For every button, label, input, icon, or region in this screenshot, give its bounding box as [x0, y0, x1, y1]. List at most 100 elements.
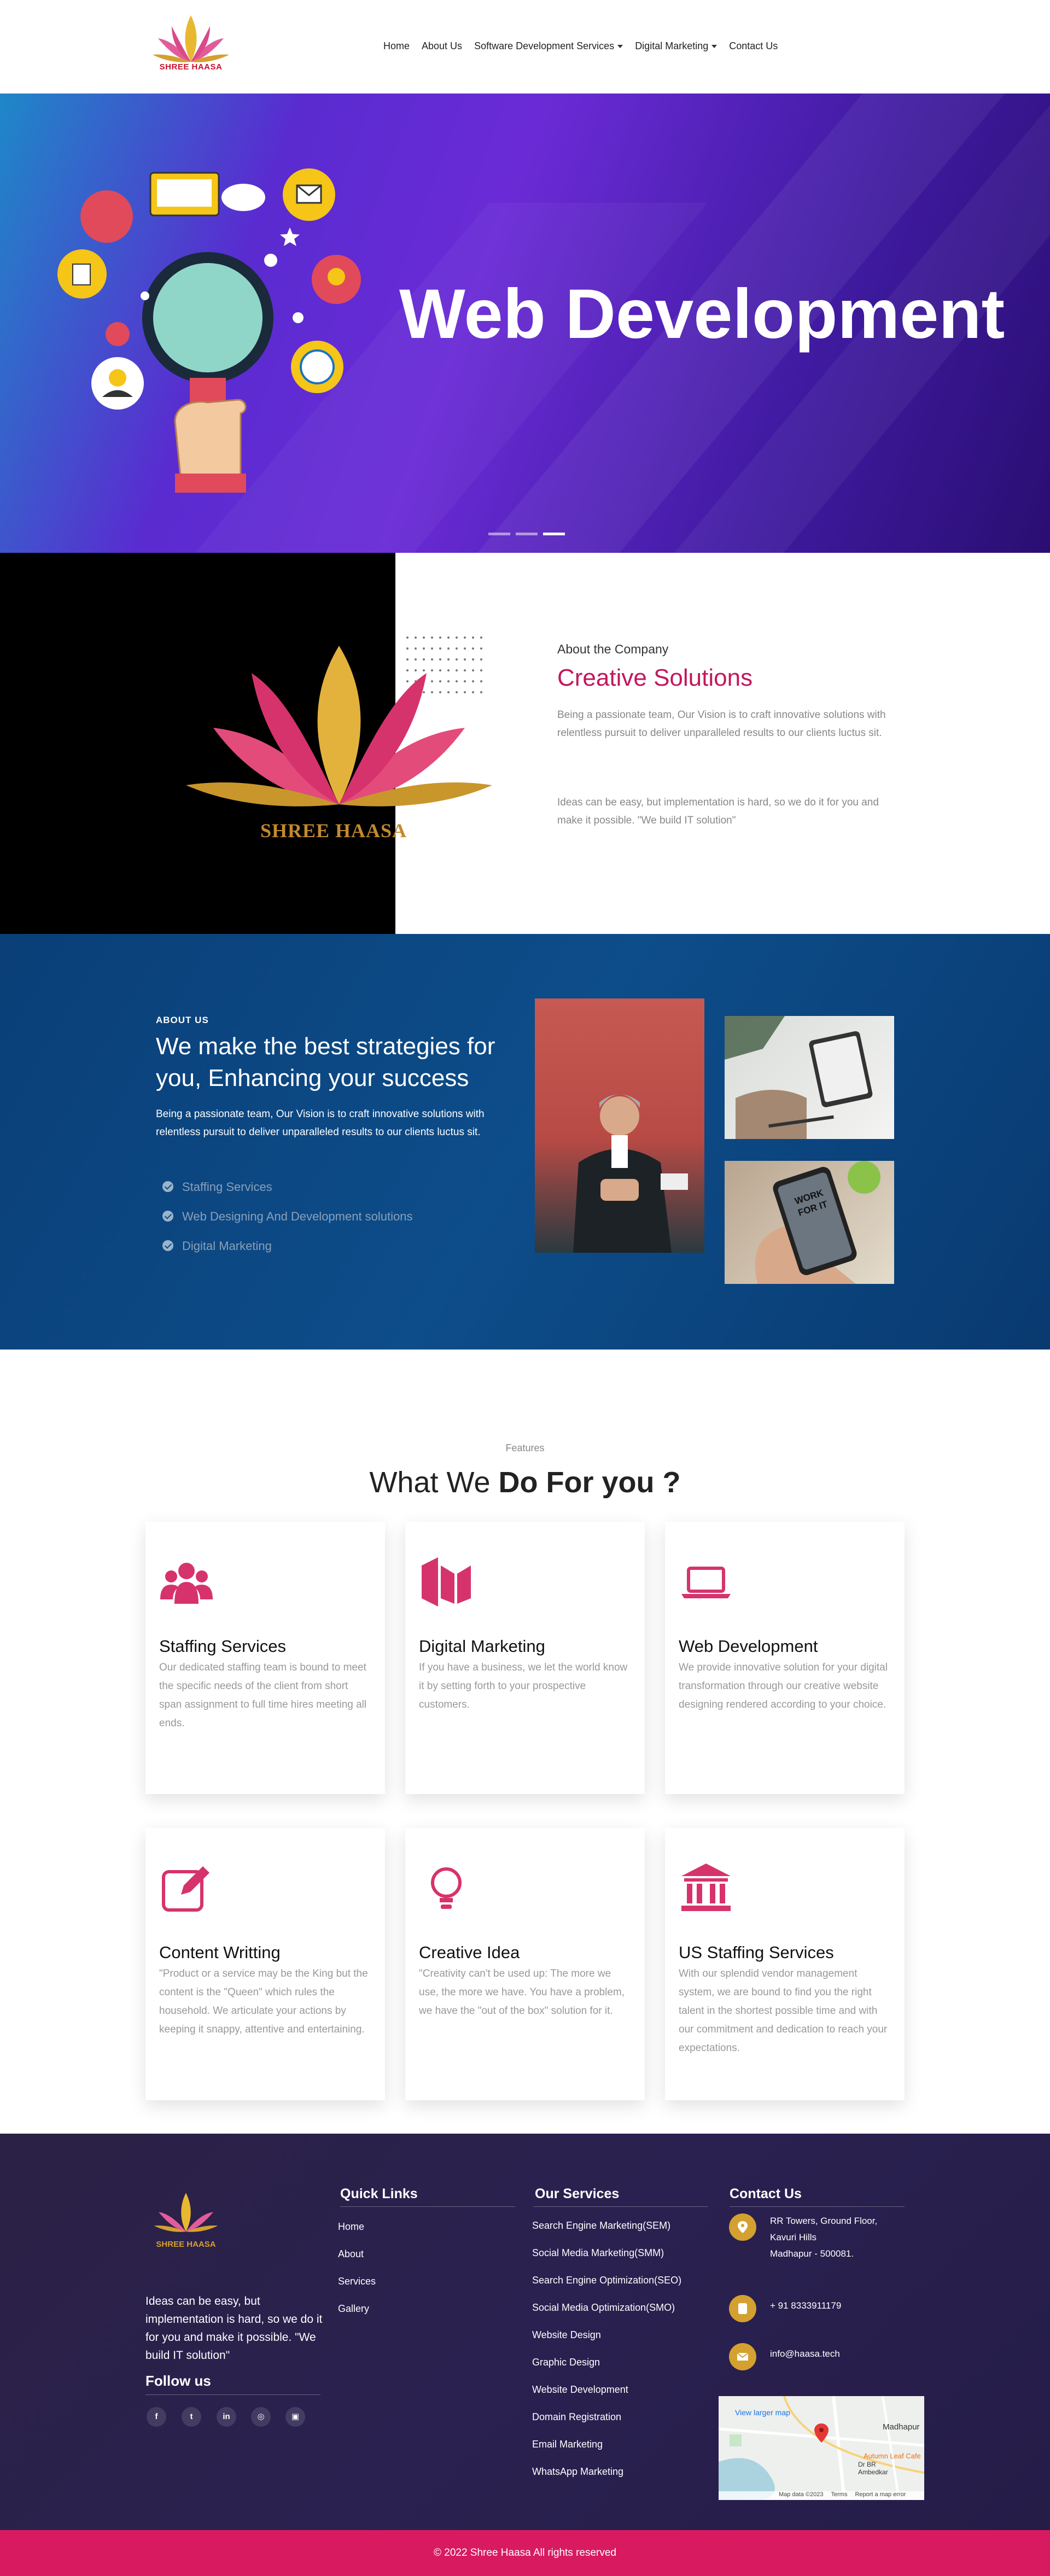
feature-card-web-development[interactable]: Web Development We provide innovative so…	[665, 1522, 905, 1794]
strategy-label: Digital Marketing	[182, 1239, 272, 1253]
service-link[interactable]: Domain Registration	[532, 2411, 621, 2423]
feature-card-staffing[interactable]: Staffing Services Our dedicated staffing…	[145, 1522, 385, 1794]
about-title: Creative Solutions	[557, 664, 753, 691]
quick-link-about[interactable]: About	[338, 2248, 364, 2260]
nav-label: Software Development Services	[474, 40, 615, 51]
feature-text: Our dedicated staffing team is bound to …	[159, 1662, 367, 1729]
strategy-item: Web Designing And Development solutions	[162, 1210, 413, 1224]
contact-us-heading: Contact Us	[730, 2186, 802, 2201]
about-paragraph-2: Ideas can be easy, but implementation is…	[557, 797, 879, 826]
tablet-illustration	[725, 1016, 873, 1139]
service-link[interactable]: WhatsApp Marketing	[532, 2466, 623, 2478]
nav-about-us[interactable]: About Us	[416, 38, 468, 54]
service-link[interactable]: Website Design	[532, 2329, 601, 2341]
divider	[340, 2206, 515, 2207]
strategies-section: ABOUT US We make the best strategies for…	[0, 934, 1050, 1350]
map-pin-icon	[729, 2213, 756, 2241]
strategies-title: We make the best strategies for you, Enh…	[156, 1033, 495, 1091]
hero-slider: Web Development	[0, 94, 1050, 553]
feature-text: If you have a business, we let the world…	[419, 1662, 628, 1710]
slide-indicator-2[interactable]	[516, 533, 538, 535]
footer-brand: SHREE HAASA	[156, 2240, 216, 2249]
strategies-description: Being a passionate team, Our Vision is t…	[156, 1108, 485, 1138]
linkedin-icon[interactable]: in	[217, 2407, 236, 2427]
follow-us-heading: Follow us	[145, 2373, 211, 2389]
facebook-icon[interactable]: f	[147, 2407, 166, 2427]
slider-indicators	[488, 533, 565, 535]
nav-software-development-services[interactable]: Software Development Services	[468, 38, 629, 54]
strategy-label: Web Designing And Development solutions	[182, 1210, 413, 1223]
nav-home[interactable]: Home	[377, 38, 416, 54]
map-terms-link[interactable]: Terms	[831, 2491, 848, 2500]
google-map[interactable]: View larger map Madhapur Dr BR Ambedkar …	[719, 2396, 924, 2500]
instagram-alt-icon[interactable]: ▣	[285, 2407, 305, 2427]
site-header: SHREE HAASA Home About Us Software Devel…	[0, 0, 1050, 94]
businessman-figure	[573, 1094, 688, 1253]
features-section: Features What We Do For you ? Staffing S…	[0, 1350, 1050, 2134]
address-line: Madhapur - 500081.	[770, 2248, 854, 2259]
contact-address: RR Towers, Ground Floor, Kavuri Hills Ma…	[770, 2213, 877, 2262]
map-place-label: Autumn Leaf Cafe	[864, 2452, 921, 2460]
contact-phone[interactable]: + 91 8333911179	[770, 2298, 841, 2314]
slide-indicator-1[interactable]	[488, 533, 510, 535]
address-line: RR Towers, Ground Floor,	[770, 2216, 878, 2226]
feature-text: "Product or a service may be the King bu…	[159, 1968, 368, 2035]
map-pin-glyph	[738, 2221, 748, 2233]
laptop-icon	[681, 1567, 731, 1598]
service-link[interactable]: Social Media Marketing(SMM)	[532, 2247, 664, 2259]
contact-email[interactable]: info@haasa.tech	[770, 2346, 840, 2362]
features-title-light: What We	[369, 1466, 491, 1499]
businessman-photo	[535, 998, 704, 1253]
phone-illustration	[755, 1161, 880, 1284]
service-link[interactable]: Social Media Optimization(SMO)	[532, 2302, 675, 2314]
divider	[533, 2206, 708, 2207]
feature-card-digital-marketing[interactable]: Digital Marketing If you have a business…	[405, 1522, 645, 1794]
footer-logo[interactable]	[150, 2188, 221, 2243]
map-report-link[interactable]: Report a map error	[855, 2491, 906, 2500]
main-nav: Home About Us Software Development Servi…	[377, 38, 784, 54]
logo-text: SHREE HAASA	[159, 62, 223, 72]
about-company-section: SHREE HAASA About the Company Creative S…	[0, 553, 1050, 934]
web-development-illustration	[57, 168, 361, 493]
phone-glyph	[738, 2303, 747, 2314]
features-title: What We Do For you ?	[0, 1465, 1050, 1499]
quick-link-home[interactable]: Home	[338, 2221, 364, 2233]
envelope-glyph	[737, 2352, 749, 2361]
footer-tagline: Ideas can be easy, but implementation is…	[145, 2295, 323, 2362]
twitter-icon[interactable]: t	[182, 2407, 201, 2427]
feature-text: With our splendid vendor management syst…	[679, 1968, 888, 2054]
service-link[interactable]: Search Engine Optimization(SEO)	[532, 2275, 681, 2286]
nav-contact-us[interactable]: Contact Us	[723, 38, 784, 54]
feature-title: Web Development	[679, 1637, 818, 1656]
bank-icon	[681, 1864, 731, 1911]
view-larger-map-link[interactable]: View larger map	[735, 2408, 790, 2417]
feature-title: Digital Marketing	[419, 1637, 545, 1656]
slide-indicator-3[interactable]	[543, 533, 565, 535]
service-link[interactable]: Graphic Design	[532, 2357, 600, 2368]
service-link[interactable]: Website Development	[532, 2384, 628, 2396]
address-line: Kavuri Hills	[770, 2232, 817, 2242]
feature-text: We provide innovative solution for your …	[679, 1662, 888, 1710]
features-title-bold: Do For you ?	[498, 1466, 681, 1499]
feature-card-content-writing[interactable]: Content Writting "Product or a service m…	[145, 1828, 385, 2100]
check-circle-icon	[162, 1181, 173, 1192]
nav-label: Home	[383, 40, 410, 51]
our-services-heading: Our Services	[535, 2186, 620, 2201]
map-data-text: Map data ©2023	[779, 2491, 824, 2498]
divider	[730, 2206, 905, 2207]
nav-digital-marketing[interactable]: Digital Marketing	[629, 38, 723, 54]
quick-link-services[interactable]: Services	[338, 2276, 376, 2287]
service-link[interactable]: Email Marketing	[532, 2439, 603, 2450]
phone-icon	[729, 2295, 756, 2322]
feature-title: US Staffing Services	[679, 1943, 834, 1962]
instagram-icon[interactable]: ◎	[251, 2407, 271, 2427]
feature-card-creative-idea[interactable]: Creative Idea "Creativity can't be used …	[405, 1828, 645, 2100]
phone-work-photo: WORK FOR IT	[725, 1161, 894, 1284]
feature-card-us-staffing[interactable]: US Staffing Services With our splendid v…	[665, 1828, 905, 2100]
map-attribution: Map data ©2023 Terms Report a map error	[719, 2491, 924, 2500]
quick-link-gallery[interactable]: Gallery	[338, 2303, 369, 2315]
hero-title: Web Development	[399, 275, 1005, 353]
service-link[interactable]: Search Engine Marketing(SEM)	[532, 2220, 670, 2232]
feature-text: "Creativity can't be used up: The more w…	[419, 1968, 625, 2017]
chevron-down-icon	[711, 45, 718, 49]
